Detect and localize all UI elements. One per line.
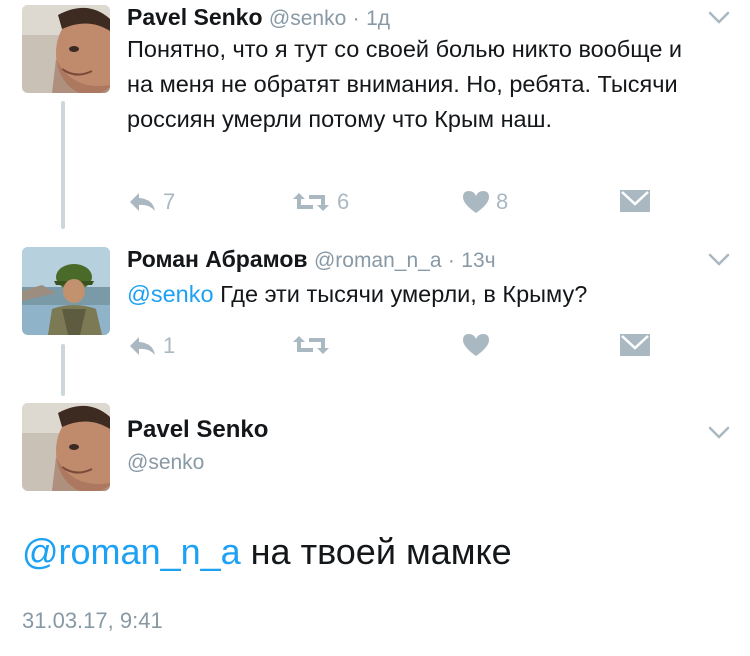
thread-line: [61, 344, 65, 396]
tweet-actions: 7 6 8: [127, 189, 687, 219]
mention-link[interactable]: @senko: [127, 281, 214, 307]
tweet-body: на твоей мамке: [240, 531, 512, 572]
tweet-time[interactable]: 1д: [366, 7, 390, 30]
heart-icon: [463, 191, 489, 213]
envelope-icon: [620, 190, 650, 212]
author-name[interactable]: Pavel Senko: [127, 4, 263, 30]
dm-button[interactable]: [619, 189, 651, 213]
author-handle[interactable]: @roman_n_a: [314, 249, 442, 272]
main-tweet-text: @roman_n_a на твоей мамке: [22, 531, 512, 573]
reply-count: 7: [163, 189, 176, 214]
author-name[interactable]: Роман Абрамов: [127, 246, 308, 272]
chevron-down-icon[interactable]: [708, 426, 730, 440]
thread-line: [61, 101, 65, 229]
reply-button[interactable]: 7: [127, 189, 175, 215]
dm-button[interactable]: [619, 333, 651, 357]
heart-icon: [463, 334, 489, 356]
retweet-count: 6: [337, 189, 350, 214]
tweet-header: Pavel Senko @senko · 1д: [127, 4, 390, 31]
reply-icon: [130, 193, 155, 211]
reply-count: 1: [163, 333, 176, 358]
reply-icon: [130, 337, 155, 355]
tweet-text: Понятно, что я тут со своей болью никто …: [127, 36, 683, 132]
separator-dot: ·: [447, 249, 455, 272]
tweet-timestamp[interactable]: 31.03.17, 9:41: [22, 608, 163, 634]
tweet-time[interactable]: 13ч: [461, 249, 495, 272]
author-handle[interactable]: @senko: [127, 451, 204, 475]
tweet-header: Роман Абрамов @roman_n_a · 13ч: [127, 246, 496, 273]
like-button[interactable]: 8: [462, 189, 508, 215]
reply-button[interactable]: 1: [127, 333, 175, 359]
avatar-pavel-senko[interactable]: [22, 5, 110, 93]
chevron-down-icon[interactable]: [708, 11, 730, 25]
envelope-icon: [620, 334, 650, 356]
tweet-body: Где эти тысячи умерли, в Крыму?: [213, 281, 588, 307]
retweet-icon: [293, 193, 329, 211]
avatar-roman-abramov[interactable]: [22, 247, 110, 335]
chevron-down-icon[interactable]: [708, 253, 730, 267]
tweet-text: @senko Где эти тысячи умерли, в Крыму?: [127, 277, 697, 312]
avatar-pavel-senko[interactable]: [22, 403, 110, 491]
retweet-button[interactable]: [291, 333, 331, 357]
mention-link[interactable]: @roman_n_a: [22, 531, 241, 572]
like-button[interactable]: [462, 333, 490, 357]
like-count: 8: [496, 189, 509, 214]
retweet-icon: [293, 336, 329, 354]
separator-dot: ·: [352, 7, 360, 30]
tweet-actions: 1: [127, 333, 687, 363]
author-handle[interactable]: @senko: [269, 7, 346, 30]
retweet-button[interactable]: 6: [291, 189, 349, 215]
author-name[interactable]: Pavel Senko: [127, 416, 268, 444]
